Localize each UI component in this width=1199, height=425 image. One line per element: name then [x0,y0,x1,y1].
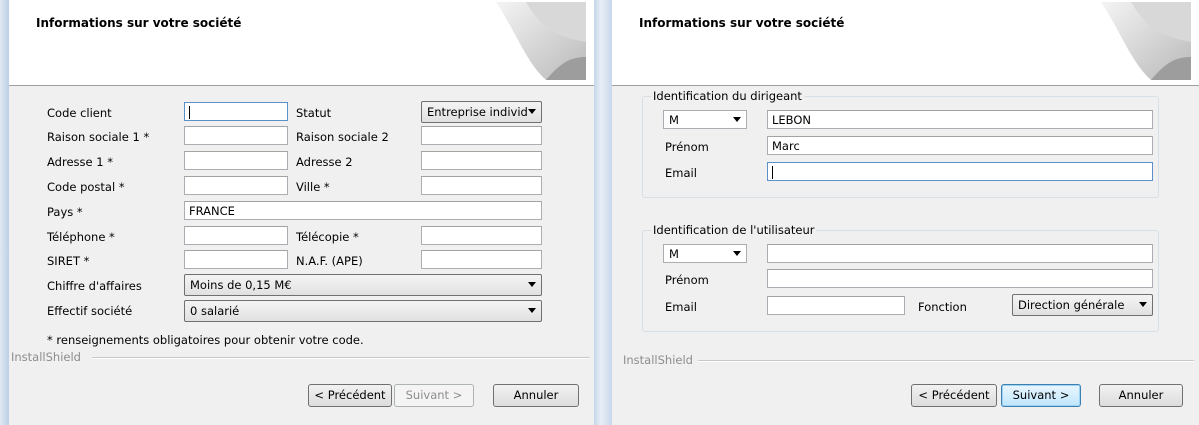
fonction-label: Fonction [918,300,967,314]
code-postal-input[interactable] [184,176,288,195]
footer-divider [698,360,1194,362]
pays-input[interactable]: FRANCE [184,201,542,220]
page-curl-icon [496,2,586,80]
chevron-down-icon [528,109,536,114]
dialog-title: Informations sur votre société [639,16,845,30]
code-postal-label: Code postal * [47,180,125,194]
effectif-select[interactable]: 0 salarié [184,300,542,322]
next-button[interactable]: Suivant > [394,384,474,407]
ville-input[interactable] [421,176,542,195]
dialog-header: Informations sur votre société [612,0,1199,86]
telephone-input[interactable] [184,226,288,245]
adresse-2-input[interactable] [421,151,542,170]
naf-label: N.A.F. (APE) [296,254,363,268]
window-frame-left [0,0,9,425]
utilisateur-civilite-select[interactable]: M [663,244,747,263]
required-fields-note: * renseignements obligatoires pour obten… [47,333,364,347]
dirigeant-email-label: Email [665,166,697,180]
dirigeant-prenom-label: Prénom [665,140,709,154]
code-client-input[interactable] [184,102,288,121]
manager-info-dialog: Informations sur votre société Identific… [612,0,1199,425]
dirigeant-prenom-input[interactable]: Marc [767,136,1153,155]
company-info-dialog: Informations sur votre société Code clie… [9,0,594,425]
adresse-2-label: Adresse 2 [296,155,353,169]
fonction-select[interactable]: Direction générale [1012,294,1153,316]
text-caret [189,106,190,119]
footer-divider [92,357,590,359]
installshield-brand: InstallShield [11,350,81,364]
siret-label: SIRET * [47,254,90,268]
chevron-down-icon [528,308,536,313]
dirigeant-group-title: Identification du dirigeant [651,89,804,103]
raison-sociale-1-label: Raison sociale 1 * [47,130,150,144]
chiffre-affaires-label: Chiffre d'affaires [47,279,142,293]
chevron-down-icon [528,282,536,287]
telephone-label: Téléphone * [47,230,115,244]
utilisateur-prenom-input[interactable] [767,269,1153,288]
effectif-label: Effectif société [47,304,133,318]
next-button[interactable]: Suivant > [1001,384,1081,407]
page-curl-icon [1101,2,1191,80]
cancel-button[interactable]: Annuler [493,384,579,407]
previous-button[interactable]: < Précédent [911,384,997,407]
dialog-title: Informations sur votre société [36,16,242,30]
telecopie-input[interactable] [421,226,542,245]
statut-select[interactable]: Entreprise individ [421,101,542,123]
statut-label: Statut [296,106,332,120]
code-client-label: Code client [47,106,112,120]
chiffre-affaires-select[interactable]: Moins de 0,15 M€ [184,274,542,296]
dirigeant-civilite-select[interactable]: M [663,110,747,129]
telecopie-label: Télécopie * [296,230,359,244]
dialog-header: Informations sur votre société [9,0,594,86]
utilisateur-email-input[interactable] [767,296,905,315]
previous-button[interactable]: < Précédent [308,384,392,407]
utilisateur-prenom-label: Prénom [665,273,709,287]
raison-sociale-1-input[interactable] [184,126,288,145]
siret-input[interactable] [184,250,288,269]
utilisateur-group-title: Identification de l'utilisateur [651,223,817,237]
pays-label: Pays * [47,205,83,219]
window-frame-divider [594,0,612,425]
cancel-button[interactable]: Annuler [1099,384,1183,407]
raison-sociale-2-label: Raison sociale 2 [296,130,389,144]
chevron-down-icon [733,116,741,122]
naf-input[interactable] [421,250,542,269]
dirigeant-nom-input[interactable]: LEBON [767,110,1153,129]
dirigeant-email-input[interactable] [767,162,1153,181]
text-caret [772,166,773,179]
utilisateur-nom-input[interactable] [767,244,1153,263]
chevron-down-icon [733,250,741,256]
chevron-down-icon [1139,302,1147,307]
raison-sociale-2-input[interactable] [421,126,542,145]
installshield-brand: InstallShield [623,353,693,367]
ville-label: Ville * [296,180,330,194]
utilisateur-email-label: Email [665,300,697,314]
adresse-1-input[interactable] [184,151,288,170]
adresse-1-label: Adresse 1 * [47,155,113,169]
